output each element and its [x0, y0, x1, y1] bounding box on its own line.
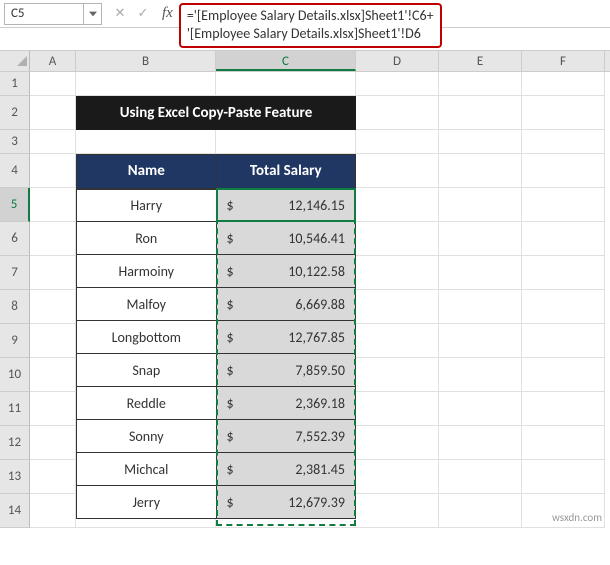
salary-value: 12,679.39: [288, 494, 345, 511]
table-row[interactable]: Malfoy$6,669.88: [77, 288, 356, 321]
formula-input[interactable]: ='[Employee Salary Details.xlsx]Sheet1'!…: [179, 3, 442, 49]
name-cell[interactable]: Malfoy: [77, 288, 217, 321]
header-name: Name: [77, 155, 217, 189]
row-header-12[interactable]: 12: [0, 426, 30, 460]
row-header-6[interactable]: 6: [0, 222, 30, 256]
chevron-down-icon: [89, 11, 97, 17]
name-cell[interactable]: Longbottom: [77, 321, 217, 354]
name-cell[interactable]: Reddle: [77, 387, 217, 420]
salary-cell[interactable]: $6,669.88: [216, 288, 355, 321]
table-row[interactable]: Snap$7,859.50: [77, 354, 356, 387]
col-header-F[interactable]: F: [522, 51, 605, 71]
row-header-7[interactable]: 7: [0, 256, 30, 290]
enter-formula-button[interactable]: ✓: [133, 4, 153, 24]
currency-symbol: $: [227, 362, 234, 379]
select-all-corner[interactable]: [0, 51, 30, 71]
corner-triangle-icon: [17, 56, 27, 66]
name-cell[interactable]: Sonny: [77, 420, 217, 453]
name-box-value: C5: [11, 6, 25, 21]
table-row[interactable]: Sonny$7,552.39: [77, 420, 356, 453]
salary-cell[interactable]: $12,679.39: [216, 486, 355, 519]
salary-value: 7,552.39: [295, 428, 345, 445]
row-header-14[interactable]: 14: [0, 494, 30, 528]
salary-table: Name Total Salary Harry$12,146.15Ron$10,…: [76, 154, 356, 519]
row-header-3[interactable]: 3: [0, 130, 30, 154]
currency-symbol: $: [227, 395, 234, 412]
row-header-5[interactable]: 5: [0, 188, 30, 222]
currency-symbol: $: [227, 263, 234, 280]
currency-symbol: $: [227, 428, 234, 445]
col-header-A[interactable]: A: [30, 51, 76, 71]
salary-value: 7,859.50: [295, 362, 345, 379]
spreadsheet-area: A B C D E F 1 2 3 4 5 6 7 8 9 10 11 12 1…: [0, 50, 610, 528]
name-cell[interactable]: Harry: [77, 189, 217, 222]
formula-line-1: ='[Employee Salary Details.xlsx]Sheet1'!…: [187, 7, 434, 26]
salary-value: 10,122.58: [288, 263, 345, 280]
row-header-9[interactable]: 9: [0, 324, 30, 358]
name-cell[interactable]: Jerry: [77, 486, 217, 519]
salary-value: 12,767.85: [288, 329, 345, 346]
row-header-10[interactable]: 10: [0, 358, 30, 392]
currency-symbol: $: [227, 230, 234, 247]
salary-cell[interactable]: $2,369.18: [216, 387, 355, 420]
salary-cell[interactable]: $2,381.45: [216, 453, 355, 486]
salary-value: 2,381.45: [295, 461, 345, 478]
page-title: Using Excel Copy-Paste Feature: [76, 96, 356, 130]
salary-cell[interactable]: $7,859.50: [216, 354, 355, 387]
salary-cell[interactable]: $12,146.15: [216, 189, 355, 222]
name-box-dropdown[interactable]: [84, 3, 102, 25]
salary-value: 6,669.88: [295, 296, 345, 313]
cancel-formula-button[interactable]: ✕: [110, 4, 130, 24]
currency-symbol: $: [227, 494, 234, 511]
name-cell[interactable]: Michcal: [77, 453, 217, 486]
table-row[interactable]: Jerry$12,679.39: [77, 486, 356, 519]
table-row[interactable]: Longbottom$12,767.85: [77, 321, 356, 354]
currency-symbol: $: [227, 296, 234, 313]
formula-line-2: '[Employee Salary Details.xlsx]Sheet1'!D…: [187, 25, 434, 44]
col-header-C[interactable]: C: [216, 51, 356, 71]
name-box[interactable]: C5: [4, 3, 84, 25]
salary-cell[interactable]: $10,546.41: [216, 222, 355, 255]
formula-bar-row: C5 ✕ ✓ fx ='[Employee Salary Details.xls…: [0, 0, 610, 28]
table-row[interactable]: Ron$10,546.41: [77, 222, 356, 255]
table-row[interactable]: Harry$12,146.15: [77, 189, 356, 222]
header-salary: Total Salary: [216, 155, 355, 189]
salary-value: 12,146.15: [288, 197, 345, 214]
watermark: wsxdn.com: [552, 511, 602, 524]
salary-value: 10,546.41: [288, 230, 345, 247]
row-header-8[interactable]: 8: [0, 290, 30, 324]
row-header-11[interactable]: 11: [0, 392, 30, 426]
col-header-B[interactable]: B: [76, 51, 216, 71]
salary-cell[interactable]: $7,552.39: [216, 420, 355, 453]
x-icon: ✕: [115, 6, 126, 21]
row-headers: 1 2 3 4 5 6 7 8 9 10 11 12 13 14: [0, 72, 30, 528]
currency-symbol: $: [227, 461, 234, 478]
name-cell[interactable]: Ron: [77, 222, 217, 255]
name-cell[interactable]: Harmoiny: [77, 255, 217, 288]
row-header-4[interactable]: 4: [0, 154, 30, 188]
row-header-1[interactable]: 1: [0, 72, 30, 96]
row-header-2[interactable]: 2: [0, 96, 30, 130]
col-header-E[interactable]: E: [439, 51, 522, 71]
name-cell[interactable]: Snap: [77, 354, 217, 387]
salary-value: 2,369.18: [295, 395, 345, 412]
column-headers: A B C D E F: [0, 50, 610, 72]
row-header-13[interactable]: 13: [0, 460, 30, 494]
table-row[interactable]: Harmoiny$10,122.58: [77, 255, 356, 288]
salary-cell[interactable]: $12,767.85: [216, 321, 355, 354]
check-icon: ✓: [138, 6, 149, 21]
currency-symbol: $: [227, 329, 234, 346]
fx-icon[interactable]: fx: [162, 5, 173, 22]
table-row[interactable]: Reddle$2,369.18: [77, 387, 356, 420]
currency-symbol: $: [227, 197, 234, 214]
table-row[interactable]: Michcal$2,381.45: [77, 453, 356, 486]
salary-cell[interactable]: $10,122.58: [216, 255, 355, 288]
cell-grid[interactable]: Using Excel Copy-Paste Feature Name Tota…: [30, 72, 610, 528]
col-header-D[interactable]: D: [356, 51, 439, 71]
